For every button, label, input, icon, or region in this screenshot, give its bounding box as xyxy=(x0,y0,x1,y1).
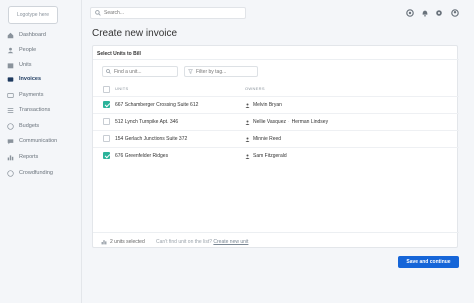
clock-icon xyxy=(7,122,14,130)
sidebar-item-label: Transactions xyxy=(19,107,51,113)
sidebar-item-crowdfunding[interactable]: Crowdfunding xyxy=(7,167,53,179)
gear-icon[interactable] xyxy=(435,9,443,17)
unit-name: 512 Lynch Turnpike Apt. 346 xyxy=(115,119,179,125)
sidebar-item-label: People xyxy=(19,47,37,53)
page-title: Create new invoice xyxy=(92,28,178,39)
sidebar-item-transactions[interactable]: Transactions xyxy=(7,104,50,116)
card-footer: 2 units selected Can't find unit on the … xyxy=(93,232,459,249)
column-header-owners: OWNERS xyxy=(245,86,265,91)
owner-cell: Nellie Vasquez · Herman Lindsey xyxy=(245,119,328,125)
sidebar-item-people[interactable]: People xyxy=(7,44,36,56)
sidebar-item-label: Reports xyxy=(19,154,39,160)
person-icon xyxy=(245,154,250,159)
filter-icon xyxy=(188,69,193,74)
heart-icon xyxy=(7,169,14,177)
selection-summary: 2 units selected xyxy=(101,239,145,245)
chat-icon xyxy=(7,138,14,144)
logo[interactable]: Logotype here xyxy=(8,6,58,24)
sidebar-item-payments[interactable]: Payments xyxy=(7,89,43,101)
person-icon xyxy=(245,103,250,108)
people-icon xyxy=(7,47,14,53)
search-input[interactable] xyxy=(104,10,234,16)
selected-count: 2 units selected xyxy=(110,239,145,245)
sidebar-item-label: Payments xyxy=(19,92,44,98)
sidebar-item-communication[interactable]: Communication xyxy=(7,135,57,147)
table-row[interactable]: 676 Greenfelder Ridges Sam Fitzgerald xyxy=(93,147,459,164)
invoice-icon xyxy=(7,76,14,82)
table-row[interactable]: 512 Lynch Turnpike Apt. 346 Nellie Vasqu… xyxy=(93,113,459,130)
sidebar-item-label: Crowdfunding xyxy=(19,170,53,176)
create-unit-link[interactable]: Create new unit xyxy=(213,239,248,245)
owner-separator: · xyxy=(287,119,290,125)
units-card: Select Units to Bill UNITS OWNERS 667 Sc… xyxy=(92,45,459,249)
row-checkbox[interactable] xyxy=(103,101,110,108)
owner-name[interactable]: Melvin Bryan xyxy=(253,102,282,108)
save-continue-button[interactable]: Save and continue xyxy=(398,256,459,268)
owner-name[interactable]: Herman Lindsey xyxy=(292,119,328,125)
help-icon[interactable] xyxy=(406,9,414,17)
row-checkbox[interactable] xyxy=(103,118,110,125)
sidebar-item-reports[interactable]: Reports xyxy=(7,151,38,163)
find-unit-input[interactable] xyxy=(114,68,164,75)
owner-cell: Melvin Bryan xyxy=(245,102,282,108)
unit-name: 154 Gerlach Junctions Suite 372 xyxy=(115,136,188,142)
unit-name: 667 Schamberger Crossing Suite 612 xyxy=(115,102,199,108)
sidebar-item-label: Budgets xyxy=(19,123,40,129)
sidebar-item-label: Units xyxy=(19,62,32,68)
sidebar: Logotype here Dashboard People Units Inv… xyxy=(0,0,82,303)
person-icon xyxy=(245,120,250,125)
cant-find-text: Can't find unit on the list? Create new … xyxy=(156,239,248,245)
bell-icon[interactable] xyxy=(421,9,429,17)
logo-text: Logotype here xyxy=(17,12,49,18)
search-icon xyxy=(95,10,101,16)
column-header-units: UNITS xyxy=(115,86,129,91)
cant-find-label: Can't find unit on the list? xyxy=(156,239,212,245)
search-box[interactable] xyxy=(90,7,246,19)
sidebar-item-label: Communication xyxy=(19,138,58,144)
owner-name[interactable]: Sam Fitzgerald xyxy=(253,153,287,159)
sidebar-item-units[interactable]: Units xyxy=(7,59,32,71)
units-icon xyxy=(7,62,14,68)
sidebar-item-budgets[interactable]: Budgets xyxy=(7,120,39,132)
owner-cell: Sam Fitzgerald xyxy=(245,153,287,159)
sidebar-item-label: Dashboard xyxy=(19,32,46,38)
filter-tag-box[interactable] xyxy=(184,66,258,77)
table-row[interactable]: 667 Schamberger Crossing Suite 612 Melvi… xyxy=(93,96,459,113)
table-row[interactable]: 154 Gerlach Junctions Suite 372 Minnie R… xyxy=(93,130,459,147)
person-icon xyxy=(245,137,250,142)
home-icon xyxy=(7,32,14,38)
sidebar-item-dashboard[interactable]: Dashboard xyxy=(7,29,46,41)
select-all-checkbox[interactable] xyxy=(103,86,110,93)
owner-name[interactable]: Minnie Reed xyxy=(253,136,281,142)
sidebar-item-label: Invoices xyxy=(19,76,42,82)
topbar xyxy=(82,0,474,26)
card-icon xyxy=(7,92,14,98)
row-checkbox[interactable] xyxy=(103,135,110,142)
bar-chart-icon xyxy=(101,240,107,245)
row-checkbox[interactable] xyxy=(103,152,110,159)
sidebar-item-invoices[interactable]: Invoices xyxy=(7,73,41,85)
owner-name[interactable]: Nellie Vasquez xyxy=(253,119,286,125)
avatar-icon[interactable] xyxy=(451,9,459,17)
list-icon xyxy=(7,107,14,113)
chart-icon xyxy=(7,154,14,160)
unit-name: 676 Greenfelder Ridges xyxy=(115,153,169,159)
find-unit-box[interactable] xyxy=(102,66,178,77)
filter-tag-input[interactable] xyxy=(196,68,246,75)
card-header: Select Units to Bill xyxy=(93,46,459,60)
search-icon xyxy=(106,69,111,74)
owner-cell: Minnie Reed xyxy=(245,136,281,142)
